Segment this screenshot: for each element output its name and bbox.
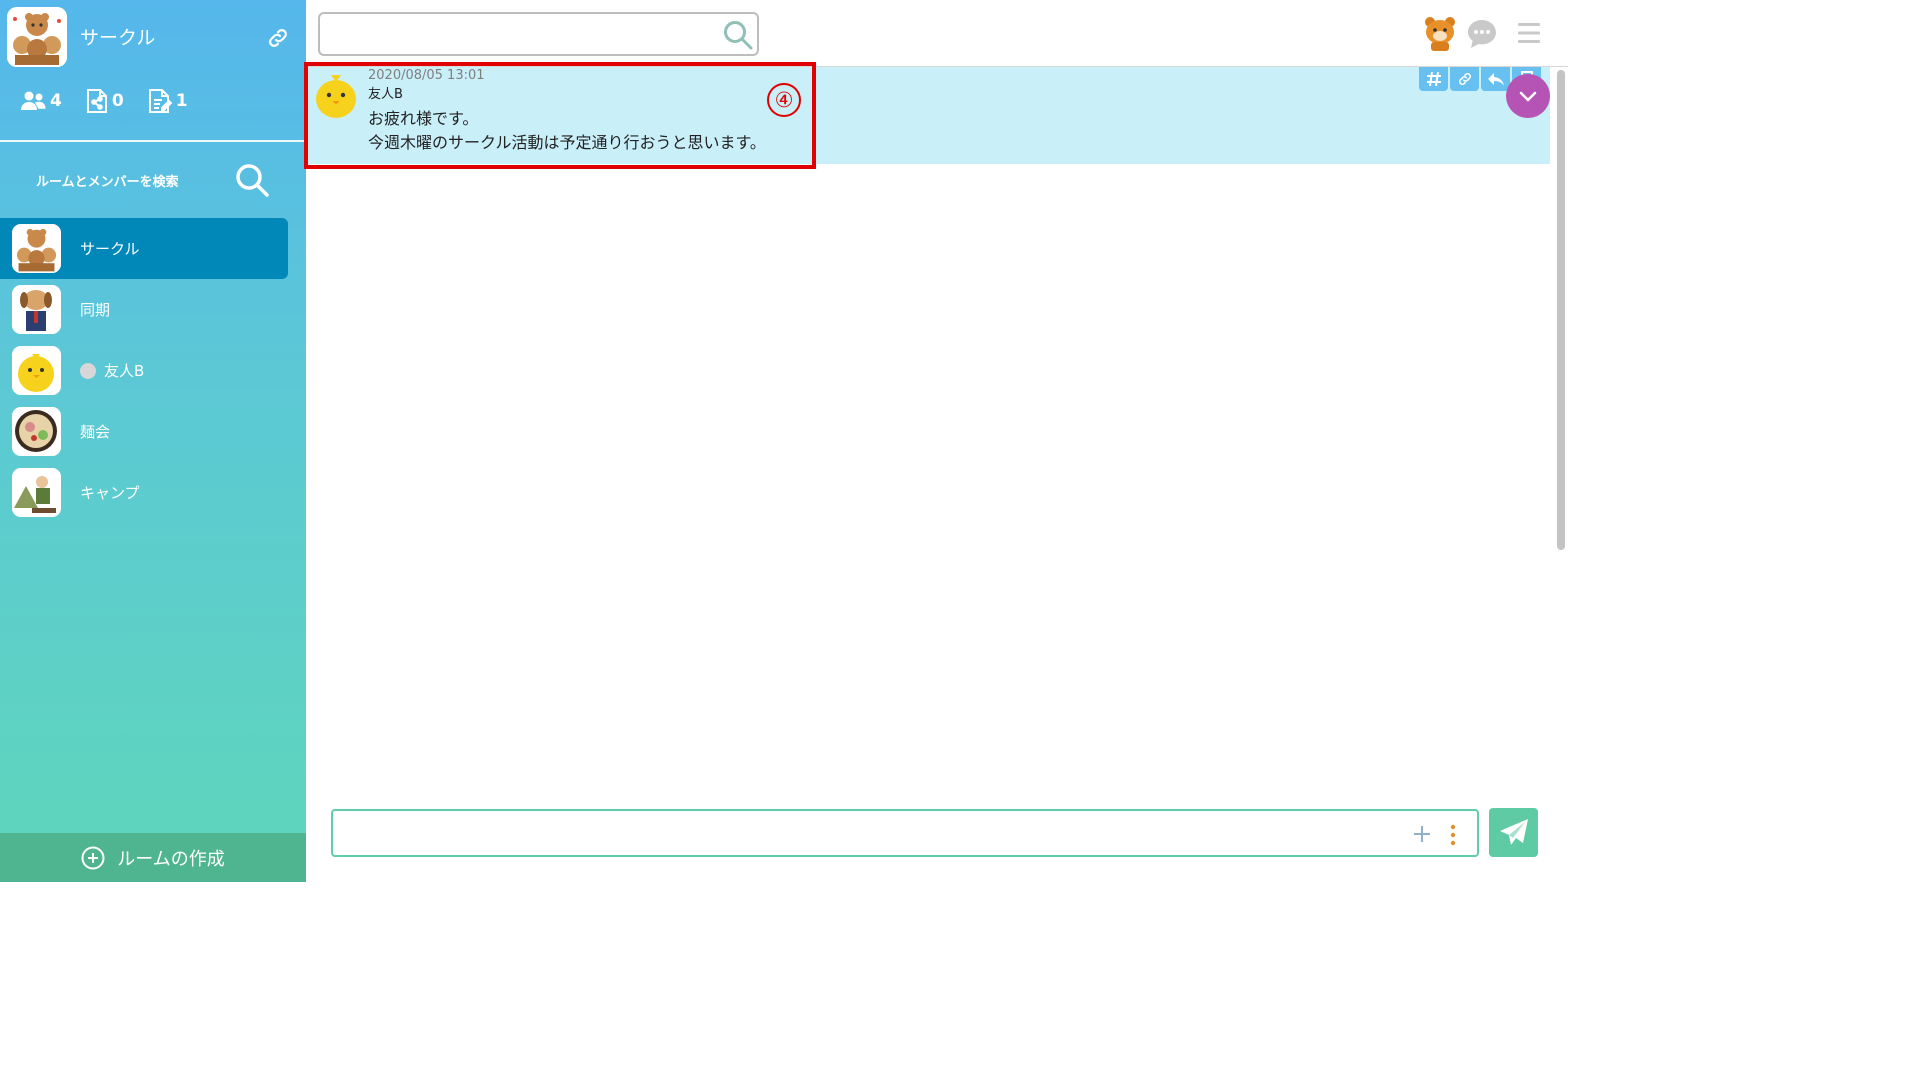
message-timeline: 2020/08/05 13:01 友人B お疲れ様です。 今週木曜のサークル活動… (306, 67, 1550, 797)
user-avatar-icon[interactable] (1422, 14, 1458, 52)
room-avatar[interactable] (7, 7, 67, 67)
chat-bubble-icon[interactable] (1466, 18, 1498, 50)
link-icon (1458, 72, 1471, 86)
hashtag-icon (1426, 71, 1441, 87)
member-count[interactable]: 4 (20, 90, 62, 112)
room-label: 友人B (80, 360, 144, 381)
hashtag-button[interactable] (1419, 67, 1448, 91)
room-avatar-douki (12, 285, 61, 334)
members-icon (21, 91, 46, 110)
create-room-button[interactable]: ルームの作成 (0, 833, 306, 882)
message-text-line: お疲れ様です。 (368, 109, 479, 128)
message-timestamp: 2020/08/05 13:01 (368, 68, 485, 83)
link-icon[interactable] (266, 26, 290, 50)
room-list: サークル 同期 友人B 麺会 キャンプ (0, 218, 306, 523)
room-header: サークル 4 0 1 (0, 0, 306, 140)
room-label: キャンプ (80, 484, 140, 502)
room-label: サークル (80, 240, 140, 258)
copy-link-button[interactable] (1450, 67, 1479, 91)
room-avatar-camp (12, 468, 61, 517)
search-rooms-label: ルームとメンバーを検索 (36, 175, 179, 190)
search-icon[interactable] (234, 162, 270, 198)
add-attachment-icon[interactable] (1411, 823, 1433, 845)
offline-status-dot (80, 363, 96, 379)
sidebar-room-friend-b[interactable]: 友人B (0, 340, 288, 401)
message-sender[interactable]: 友人B (368, 83, 403, 102)
message-search-input[interactable] (330, 22, 710, 46)
sidebar-room-circle[interactable]: サークル (0, 218, 288, 279)
note-icon (148, 89, 172, 113)
reply-icon (1487, 73, 1504, 86)
scroll-to-bottom-button[interactable] (1506, 74, 1550, 118)
top-actions (1418, 14, 1568, 54)
file-icon (86, 89, 107, 113)
room-avatar-friend-b (12, 346, 61, 395)
paper-plane-icon (1499, 818, 1528, 845)
timeline-scrollbar[interactable] (1557, 70, 1565, 550)
create-room-label: ルームの作成 (117, 848, 225, 870)
message-search (318, 12, 759, 56)
sidebar-room-menkai[interactable]: 麺会 (0, 401, 288, 462)
note-count[interactable]: 1 (148, 88, 188, 114)
file-count-value: 0 (111, 91, 124, 111)
chevron-down-icon (1519, 91, 1537, 102)
reply-button[interactable] (1481, 67, 1510, 91)
room-avatar-circle (12, 224, 61, 273)
room-label: 麺会 (80, 423, 111, 441)
top-bar (306, 0, 1568, 67)
room-label: 同期 (80, 301, 111, 319)
sidebar: サークル 4 0 1 ルームとメンバーを検索 サークル 同期 友人B 麺会 キャ… (0, 0, 306, 882)
plus-circle-icon (81, 846, 105, 869)
file-count[interactable]: 0 (86, 88, 124, 114)
message-text-line: 今週木曜のサークル活動は予定通り行おうと思います。 (368, 133, 766, 152)
room-avatar-menkai (12, 407, 61, 456)
room-title: サークル (80, 27, 156, 49)
message-item[interactable]: 2020/08/05 13:01 友人B お疲れ様です。 今週木曜のサークル活動… (306, 67, 1550, 164)
send-button[interactable] (1489, 808, 1538, 857)
hamburger-menu-icon[interactable] (1516, 20, 1542, 46)
step-number: ④ (775, 88, 794, 112)
search-icon[interactable] (721, 18, 755, 52)
sender-avatar[interactable] (314, 71, 358, 119)
member-count-value: 4 (50, 91, 62, 111)
search-rooms-members[interactable]: ルームとメンバーを検索 (0, 142, 306, 218)
room-stats: 4 0 1 (20, 88, 212, 114)
step-number-annotation: ④ (766, 82, 802, 118)
more-options-icon[interactable] (1445, 823, 1461, 847)
message-composer (331, 809, 1479, 857)
sidebar-room-camp[interactable]: キャンプ (0, 462, 288, 523)
sidebar-room-douki[interactable]: 同期 (0, 279, 288, 340)
message-input[interactable] (343, 821, 1393, 847)
room-label-text: 友人B (104, 362, 145, 380)
note-count-value: 1 (175, 91, 188, 111)
